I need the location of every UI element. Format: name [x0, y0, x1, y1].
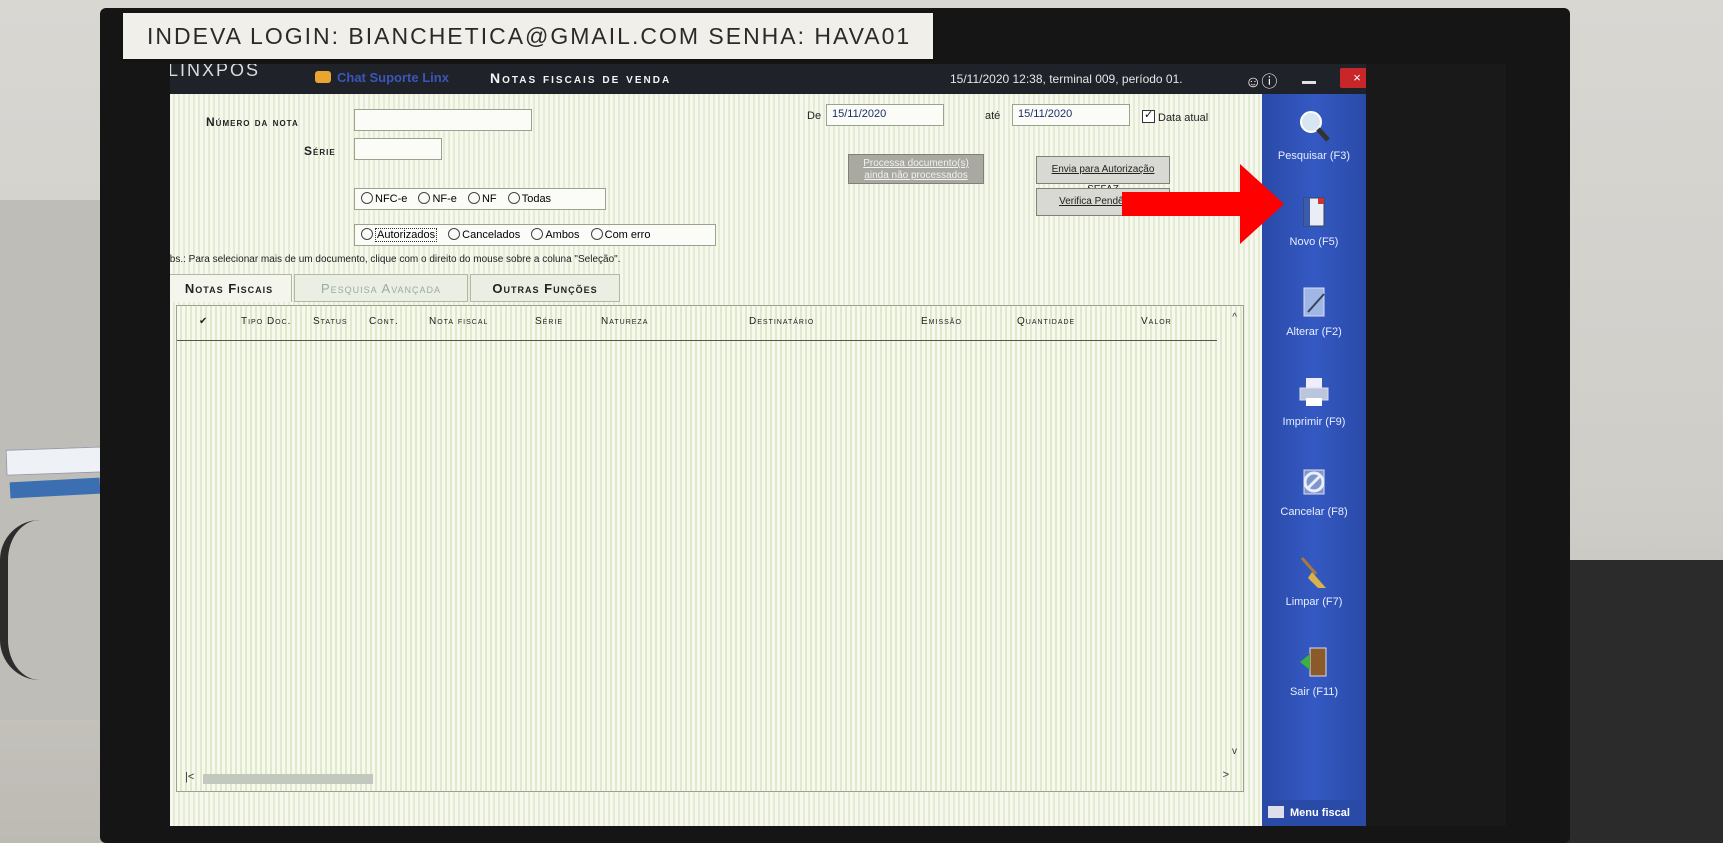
- minimize-button[interactable]: [1298, 72, 1320, 86]
- pesquisar-label: Pesquisar (F3): [1277, 150, 1351, 162]
- col-quantidade[interactable]: Quantidade: [1017, 316, 1075, 327]
- desk-device: [1560, 560, 1723, 843]
- date-to-input[interactable]: 15/11/2020: [1012, 104, 1130, 126]
- limpar-label: Limpar (F7): [1285, 596, 1343, 608]
- col-cont[interactable]: Cont.: [369, 316, 399, 327]
- chat-support-link[interactable]: Chat Suporte Linx: [315, 70, 449, 85]
- linxpos-logo: LINXPOS: [170, 64, 261, 80]
- annotation-arrow-icon: [1122, 164, 1284, 244]
- status-radio-group: Autorizados Cancelados Ambos Com erro: [354, 224, 716, 246]
- imprimir-button[interactable]: Imprimir (F9): [1262, 374, 1366, 428]
- window-title: Notas fiscais de venda: [490, 70, 672, 86]
- scroll-right-button[interactable]: >: [1223, 769, 1229, 781]
- col-selecao[interactable]: ✔: [199, 316, 208, 327]
- cancelar-button[interactable]: Cancelar (F8): [1262, 464, 1366, 518]
- tab-pesquisa-avancada[interactable]: Pesquisa Avançada: [294, 274, 468, 302]
- data-atual-label: Data atual: [1158, 112, 1209, 124]
- radio-icon: [361, 228, 373, 240]
- checkbox-icon: [1142, 108, 1155, 123]
- imprimir-label: Imprimir (F9): [1282, 416, 1346, 428]
- edit-document-icon: [1303, 287, 1325, 317]
- radio-icon: [448, 228, 461, 240]
- new-document-icon: [1303, 197, 1325, 227]
- radio-autorizados[interactable]: Autorizados: [361, 228, 438, 242]
- scroll-left-button[interactable]: |<: [185, 771, 194, 783]
- radio-com-erro[interactable]: Com erro: [590, 228, 650, 241]
- cancelar-label: Cancelar (F8): [1280, 506, 1348, 518]
- radio-icon: [467, 192, 480, 204]
- data-atual-checkbox[interactable]: Data atual: [1142, 108, 1209, 124]
- col-nota-fiscal[interactable]: Nota fiscal: [429, 316, 488, 327]
- broom-icon: [1300, 557, 1326, 588]
- tab-notas-fiscais[interactable]: Notas Fiscais: [170, 274, 292, 302]
- serie-label: Série: [304, 144, 336, 158]
- login-sticker: INDEVA LOGIN: BIANCHETICA@GMAIL.COM SENH…: [123, 13, 933, 59]
- radio-icon: [361, 192, 373, 204]
- grid-header: ✔ Tipo Doc. Status Cont. Nota fiscal Sér…: [177, 306, 1217, 341]
- usb-stick: [5, 446, 109, 476]
- horizontal-scrollbar[interactable]: |< >: [185, 769, 1229, 787]
- radio-icon: [590, 228, 603, 240]
- obs-note: Obs.: Para selecionar mais de um documen…: [170, 254, 621, 265]
- doc-type-radio-group: NFC-e NF-e NF Todas: [354, 188, 606, 210]
- radio-ambos[interactable]: Ambos: [531, 228, 580, 241]
- radio-todas[interactable]: Todas: [507, 192, 551, 205]
- alterar-button[interactable]: Alterar (F2): [1262, 284, 1366, 338]
- title-bar: LINXPOS Chat Suporte Linx Notas fiscais …: [170, 64, 1506, 94]
- col-status[interactable]: Status: [313, 316, 348, 327]
- sair-label: Sair (F11): [1289, 686, 1339, 698]
- radio-icon: [531, 228, 544, 240]
- col-serie[interactable]: Série: [535, 316, 563, 327]
- scroll-up-button[interactable]: ^: [1232, 312, 1237, 323]
- sair-button[interactable]: Sair (F11): [1262, 644, 1366, 698]
- chat-icon: [315, 71, 331, 83]
- numero-nota-label: Número da nota: [206, 115, 299, 129]
- radio-nfce[interactable]: NFC-e: [361, 192, 407, 205]
- scroll-down-button[interactable]: v: [1232, 746, 1237, 757]
- col-valor[interactable]: Valor: [1141, 316, 1172, 327]
- filter-form: Número da nota Série De 15/11/2020 até 1…: [170, 94, 1262, 826]
- novo-label: Novo (F5): [1289, 236, 1339, 248]
- session-status: 15/11/2020 12:38, terminal 009, período …: [950, 72, 1183, 86]
- menu-fiscal-label: Menu fiscal: [1290, 807, 1350, 819]
- col-destinatario[interactable]: Destinatário: [749, 316, 814, 327]
- alterar-label: Alterar (F2): [1286, 326, 1342, 338]
- date-from-input[interactable]: 15/11/2020: [826, 104, 944, 126]
- radio-icon: [418, 192, 431, 204]
- radio-nf[interactable]: NF: [467, 192, 497, 205]
- magnifier-icon: [1300, 111, 1330, 142]
- pesquisar-button[interactable]: Pesquisar (F3): [1262, 108, 1366, 162]
- processa-documentos-button[interactable]: Processa documento(s) ainda não processa…: [848, 154, 984, 184]
- help-info-icon[interactable]: ☺ⓘ: [1245, 68, 1277, 92]
- numero-nota-input[interactable]: [354, 109, 532, 131]
- radio-icon: [507, 192, 520, 204]
- exit-door-icon: [1300, 647, 1327, 677]
- menu-fiscal-icon: [1268, 806, 1284, 818]
- tab-outras-funcoes[interactable]: Outras Funções: [470, 274, 620, 302]
- printer-icon: [1299, 378, 1329, 406]
- limpar-button[interactable]: Limpar (F7): [1262, 554, 1366, 608]
- radio-cancelados[interactable]: Cancelados: [448, 228, 520, 241]
- serie-input[interactable]: [354, 138, 442, 160]
- app-screen: LINXPOS Chat Suporte Linx Notas fiscais …: [170, 64, 1506, 826]
- cancel-icon: [1303, 469, 1325, 495]
- chat-support-label: Chat Suporte Linx: [337, 70, 449, 85]
- date-from-label: De: [807, 110, 822, 122]
- date-to-label: até: [985, 110, 1001, 122]
- col-natureza[interactable]: Natureza: [601, 316, 648, 327]
- menu-fiscal-button[interactable]: Menu fiscal: [1262, 800, 1366, 826]
- col-tipo-doc[interactable]: Tipo Doc.: [241, 316, 291, 327]
- scroll-thumb[interactable]: [203, 774, 373, 784]
- notas-grid: ✔ Tipo Doc. Status Cont. Nota fiscal Sér…: [176, 305, 1244, 792]
- radio-nfe[interactable]: NF-e: [418, 192, 457, 205]
- col-emissao[interactable]: Emissão: [921, 316, 962, 327]
- screen-right-frame: [1366, 64, 1506, 826]
